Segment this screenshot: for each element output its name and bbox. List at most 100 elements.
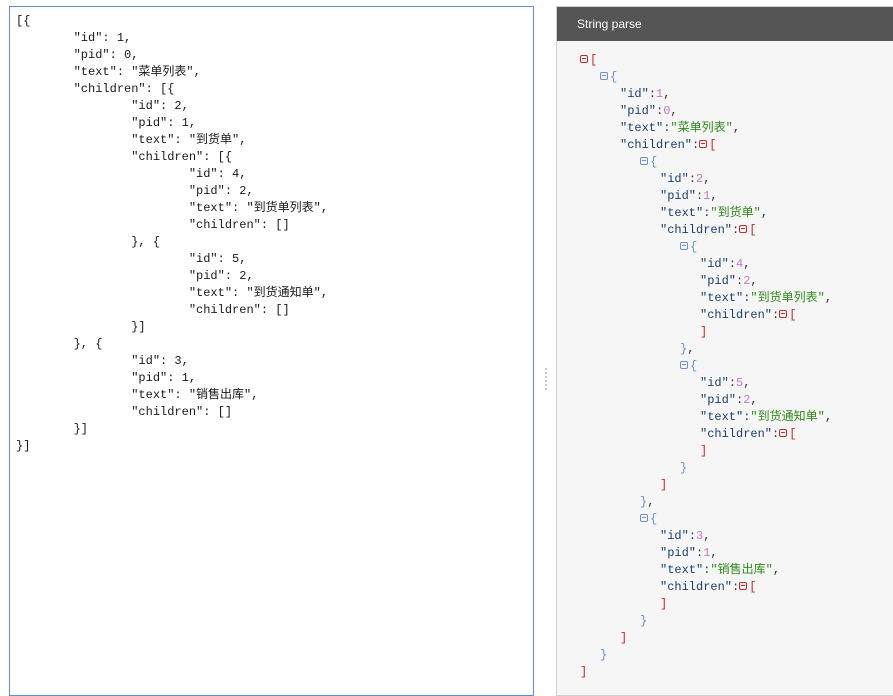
array-open-bracket: [	[789, 427, 797, 441]
tree-key: "children"	[660, 580, 733, 594]
editor-line: "children": []	[16, 303, 290, 317]
json-input-editor[interactable]: [{ "id": 1, "pid": 0, "text": "菜单列表", "c…	[9, 6, 534, 696]
collapse-array-icon[interactable]	[779, 428, 788, 437]
tree-row: [	[580, 52, 597, 69]
tree-row: },	[680, 341, 694, 358]
panel-title: String parse	[557, 7, 893, 41]
editor-line: }]	[16, 439, 31, 453]
editor-line: "id": 5,	[16, 252, 247, 266]
collapse-array-icon[interactable]	[739, 224, 748, 233]
collapse-object-icon[interactable]	[640, 156, 648, 165]
string-value: "到货单列表"	[750, 291, 825, 305]
string-value: "菜单列表"	[670, 121, 733, 135]
comma: ,	[647, 495, 655, 509]
tree-row: "children": [	[620, 137, 716, 154]
object-open-brace: {	[650, 512, 658, 526]
panel-resize-handle[interactable]	[545, 368, 547, 390]
comma: ,	[687, 342, 695, 356]
tree-key: "id"	[660, 172, 689, 186]
tree-row: "children": [	[700, 426, 796, 443]
collapse-object-icon[interactable]	[680, 241, 688, 250]
editor-line: "pid": 2,	[16, 184, 254, 198]
tree-key: "children"	[700, 308, 773, 322]
tree-row: "children": [	[660, 222, 756, 239]
tree-row: "id":1,	[620, 86, 670, 103]
collapse-object-icon[interactable]	[600, 71, 608, 80]
tree-key: "text"	[620, 121, 664, 135]
collapse-object-icon[interactable]	[680, 360, 688, 369]
tree-key: "children"	[700, 427, 773, 441]
comma: ,	[750, 274, 758, 288]
editor-line: }, {	[16, 235, 161, 249]
tree-row: ]	[700, 443, 707, 460]
collapse-array-icon[interactable]	[580, 54, 588, 63]
tree-row: "text":"到货单",	[660, 205, 768, 222]
object-close-brace: }	[680, 461, 688, 475]
array-open-bracket: [	[590, 53, 598, 67]
tree-key: "text"	[700, 410, 744, 424]
tree-key: "id"	[700, 376, 729, 390]
tree-row: }	[600, 647, 607, 664]
comma: ,	[670, 104, 678, 118]
editor-line: }]	[16, 422, 89, 436]
tree-row: },	[640, 494, 654, 511]
comma: ,	[743, 376, 751, 390]
editor-line: "pid": 1,	[16, 116, 197, 130]
array-open-bracket: [	[709, 138, 717, 152]
comma: ,	[743, 257, 751, 271]
comma: ,	[703, 529, 711, 543]
object-open-brace: {	[690, 359, 698, 373]
editor-line: "text": "菜单列表",	[16, 65, 201, 79]
tree-row: "children": [	[660, 579, 756, 596]
tree-row: ]	[660, 477, 667, 494]
editor-line: "text": "销售出库",	[16, 388, 259, 402]
tree-key: "text"	[700, 291, 744, 305]
tree-row: }	[640, 613, 647, 630]
object-open-brace: {	[650, 155, 658, 169]
key-separator: :	[772, 427, 780, 441]
comma: ,	[760, 206, 769, 220]
editor-line: "text": "到货单列表",	[16, 201, 329, 215]
array-close-bracket: ]	[580, 665, 588, 679]
comma: ,	[772, 563, 781, 577]
string-value: "销售出库"	[710, 563, 773, 577]
editor-line: }]	[16, 320, 146, 334]
tree-row: "text":"销售出库",	[660, 562, 780, 579]
comma: ,	[703, 172, 711, 186]
editor-line: "id": 4,	[16, 167, 247, 181]
comma: ,	[710, 546, 718, 560]
tree-key: "pid"	[700, 274, 737, 288]
tree-row: "id":4,	[700, 256, 750, 273]
object-close-brace: }	[640, 614, 648, 628]
collapse-object-icon[interactable]	[640, 513, 648, 522]
editor-line: "text": "到货通知单",	[16, 286, 329, 300]
array-open-bracket: [	[789, 308, 797, 322]
editor-line: "id": 3,	[16, 354, 189, 368]
array-close-bracket: ]	[700, 325, 708, 339]
array-close-bracket: ]	[620, 631, 628, 645]
collapse-array-icon[interactable]	[779, 309, 788, 318]
key-separator: :	[772, 308, 780, 322]
tree-row: "pid":2,	[700, 392, 758, 409]
key-separator: :	[688, 172, 697, 186]
editor-line: "id": 2,	[16, 99, 189, 113]
editor-code: [{ "id": 1, "pid": 0, "text": "菜单列表", "c…	[16, 13, 328, 455]
collapse-array-icon[interactable]	[699, 139, 708, 148]
tree-key: "id"	[700, 257, 729, 271]
key-separator: :	[692, 138, 700, 152]
tree-row: "text":"菜单列表",	[620, 120, 740, 137]
comma: ,	[824, 410, 833, 424]
tree-row: "pid":1,	[660, 545, 718, 562]
tree-row: ]	[580, 664, 587, 681]
object-close-brace: }	[600, 648, 608, 662]
editor-line: "id": 1,	[16, 31, 132, 45]
comma: ,	[824, 291, 833, 305]
tree-row: ]	[620, 630, 627, 647]
tree-key: "id"	[660, 529, 689, 543]
collapse-array-icon[interactable]	[739, 581, 748, 590]
tree-row: "text":"到货通知单",	[700, 409, 832, 426]
key-separator: :	[648, 87, 657, 101]
string-value: "到货单"	[710, 206, 761, 220]
comma: ,	[663, 87, 671, 101]
array-close-bracket: ]	[660, 478, 668, 492]
